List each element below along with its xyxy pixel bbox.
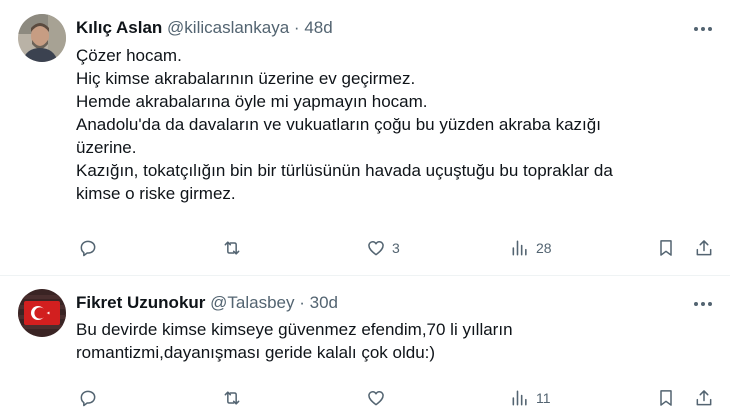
- share-button[interactable]: [694, 236, 714, 260]
- tweet-text-line: Bu devirde kimse kimseye güvenmez efendi…: [76, 320, 513, 339]
- tweet-text: Çözer hocam. Hiç kimse akrabalarının üze…: [76, 44, 676, 205]
- tweet[interactable]: Kılıç Aslan @kilicaslankaya · 48d Çözer …: [0, 0, 730, 276]
- bookmark-icon: [660, 240, 672, 256]
- author-name[interactable]: Kılıç Aslan: [76, 18, 162, 37]
- views-icon: [512, 390, 527, 406]
- views-count: 28: [536, 240, 552, 256]
- share-icon: [696, 240, 712, 256]
- tweet-text-line: Kazığın, tokatçılığın bin bir türlüsünün…: [76, 161, 613, 180]
- like-icon: [368, 241, 384, 256]
- tweet-text-line: Çözer hocam.: [76, 46, 182, 65]
- action-bar: 3 28: [76, 236, 716, 260]
- tweet-header: Kılıç Aslan @kilicaslankaya · 48d: [76, 17, 333, 39]
- views-count: 11: [536, 390, 551, 406]
- retweet-icon: [224, 391, 240, 405]
- author-name[interactable]: Fikret Uzunokur: [76, 293, 205, 312]
- more-icon[interactable]: [690, 294, 716, 314]
- author-handle[interactable]: @Talasbey: [210, 293, 294, 312]
- retweet-button[interactable]: [222, 386, 248, 410]
- bookmark-button[interactable]: [656, 386, 676, 410]
- timestamp[interactable]: 48d: [304, 18, 332, 37]
- views-icon: [512, 240, 527, 256]
- reply-button[interactable]: [78, 236, 104, 260]
- tweet-text-line: Hiç kimse akrabalarının üzerine ev geçir…: [76, 69, 416, 88]
- tweet-text-line: üzerine.: [76, 138, 137, 157]
- retweet-button[interactable]: [222, 236, 248, 260]
- reply-icon: [80, 390, 96, 407]
- tweet-text-line: Hemde akrabalarına öyle mi yapmayın hoca…: [76, 92, 428, 111]
- tweet[interactable]: Fikret Uzunokur @Talasbey · 30d Bu devir…: [0, 277, 730, 420]
- tweet-text-line: Anadolu'da da davaların ve vukuatların ç…: [76, 115, 601, 134]
- separator-dot: ·: [293, 18, 300, 37]
- tweet-header: Fikret Uzunokur @Talasbey · 30d: [76, 292, 338, 314]
- more-icon[interactable]: [690, 19, 716, 39]
- tweet-text: Bu devirde kimse kimseye güvenmez efendi…: [76, 318, 676, 364]
- timestamp[interactable]: 30d: [310, 293, 338, 312]
- like-icon: [368, 391, 384, 406]
- like-count: 3: [392, 240, 400, 256]
- reply-button[interactable]: [78, 386, 104, 410]
- share-button[interactable]: [694, 386, 714, 410]
- share-icon: [696, 390, 712, 406]
- author-handle[interactable]: @kilicaslankaya: [167, 18, 289, 37]
- action-bar: 11: [76, 386, 716, 410]
- tweet-text-line: romantizmi,dayanışması geride kalalı çok…: [76, 343, 436, 362]
- like-button[interactable]: [366, 386, 392, 410]
- views-button[interactable]: 11: [510, 386, 551, 410]
- retweet-icon: [224, 241, 240, 255]
- like-button[interactable]: 3: [366, 236, 400, 260]
- separator-dot: ·: [299, 293, 305, 312]
- bookmark-button[interactable]: [656, 236, 676, 260]
- avatar[interactable]: [18, 289, 66, 337]
- avatar[interactable]: [18, 14, 66, 62]
- reply-icon: [80, 240, 96, 257]
- bookmark-icon: [660, 390, 672, 406]
- tweet-text-line: kimse o riske girmez.: [76, 184, 236, 203]
- views-button[interactable]: 28: [510, 236, 552, 260]
